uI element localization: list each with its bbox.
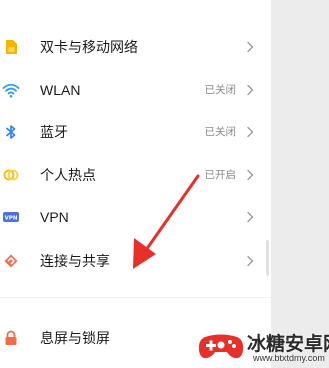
status-text: 已关闭 — [204, 84, 237, 96]
wifi-icon — [2, 83, 20, 98]
settings-item-label: 连接与共享 — [40, 253, 110, 269]
settings-item-wlan[interactable]: WLAN 已关闭 — [0, 70, 271, 110]
watermark-title: 冰糖安卓网 — [247, 334, 329, 355]
chevron-right-icon — [247, 41, 254, 53]
settings-item-label: 息屏与锁屏 — [40, 330, 110, 346]
section-divider — [0, 297, 271, 298]
settings-item-bluetooth[interactable]: 蓝牙 已关闭 — [0, 112, 271, 152]
status-text: 已关闭 — [204, 126, 237, 138]
lock-screen-icon — [5, 330, 17, 345]
settings-item-label: VPN — [40, 209, 69, 225]
chevron-right-icon — [247, 84, 254, 96]
status-text: 已开启 — [204, 169, 237, 181]
chevron-right-icon — [247, 255, 254, 267]
chevron-right-icon — [247, 211, 254, 223]
scrollbar[interactable] — [266, 240, 269, 276]
gamepad-logo-icon — [198, 334, 244, 359]
settings-item-label: 双卡与移动网络 — [40, 39, 138, 55]
settings-item-label: 蓝牙 — [40, 124, 68, 140]
chevron-right-icon — [247, 169, 254, 181]
settings-item-dual-sim[interactable]: 双卡与移动网络 — [0, 27, 271, 67]
red-arrow-annotation — [133, 174, 200, 269]
settings-item-label: WLAN — [40, 82, 81, 98]
sim-card-icon — [6, 40, 17, 54]
bluetooth-icon — [6, 125, 16, 139]
watermark: 冰糖安卓网 www.btxtdmy.com — [195, 326, 329, 368]
watermark-url: www.btxtdmy.com — [253, 353, 325, 363]
vpn-badge-text: VPN — [5, 215, 18, 221]
chevron-right-icon — [247, 126, 254, 138]
hotspot-icon — [3, 169, 19, 181]
settings-item-label: 个人热点 — [40, 167, 96, 183]
connection-share-icon — [4, 254, 18, 268]
vpn-icon: VPN — [3, 212, 19, 222]
